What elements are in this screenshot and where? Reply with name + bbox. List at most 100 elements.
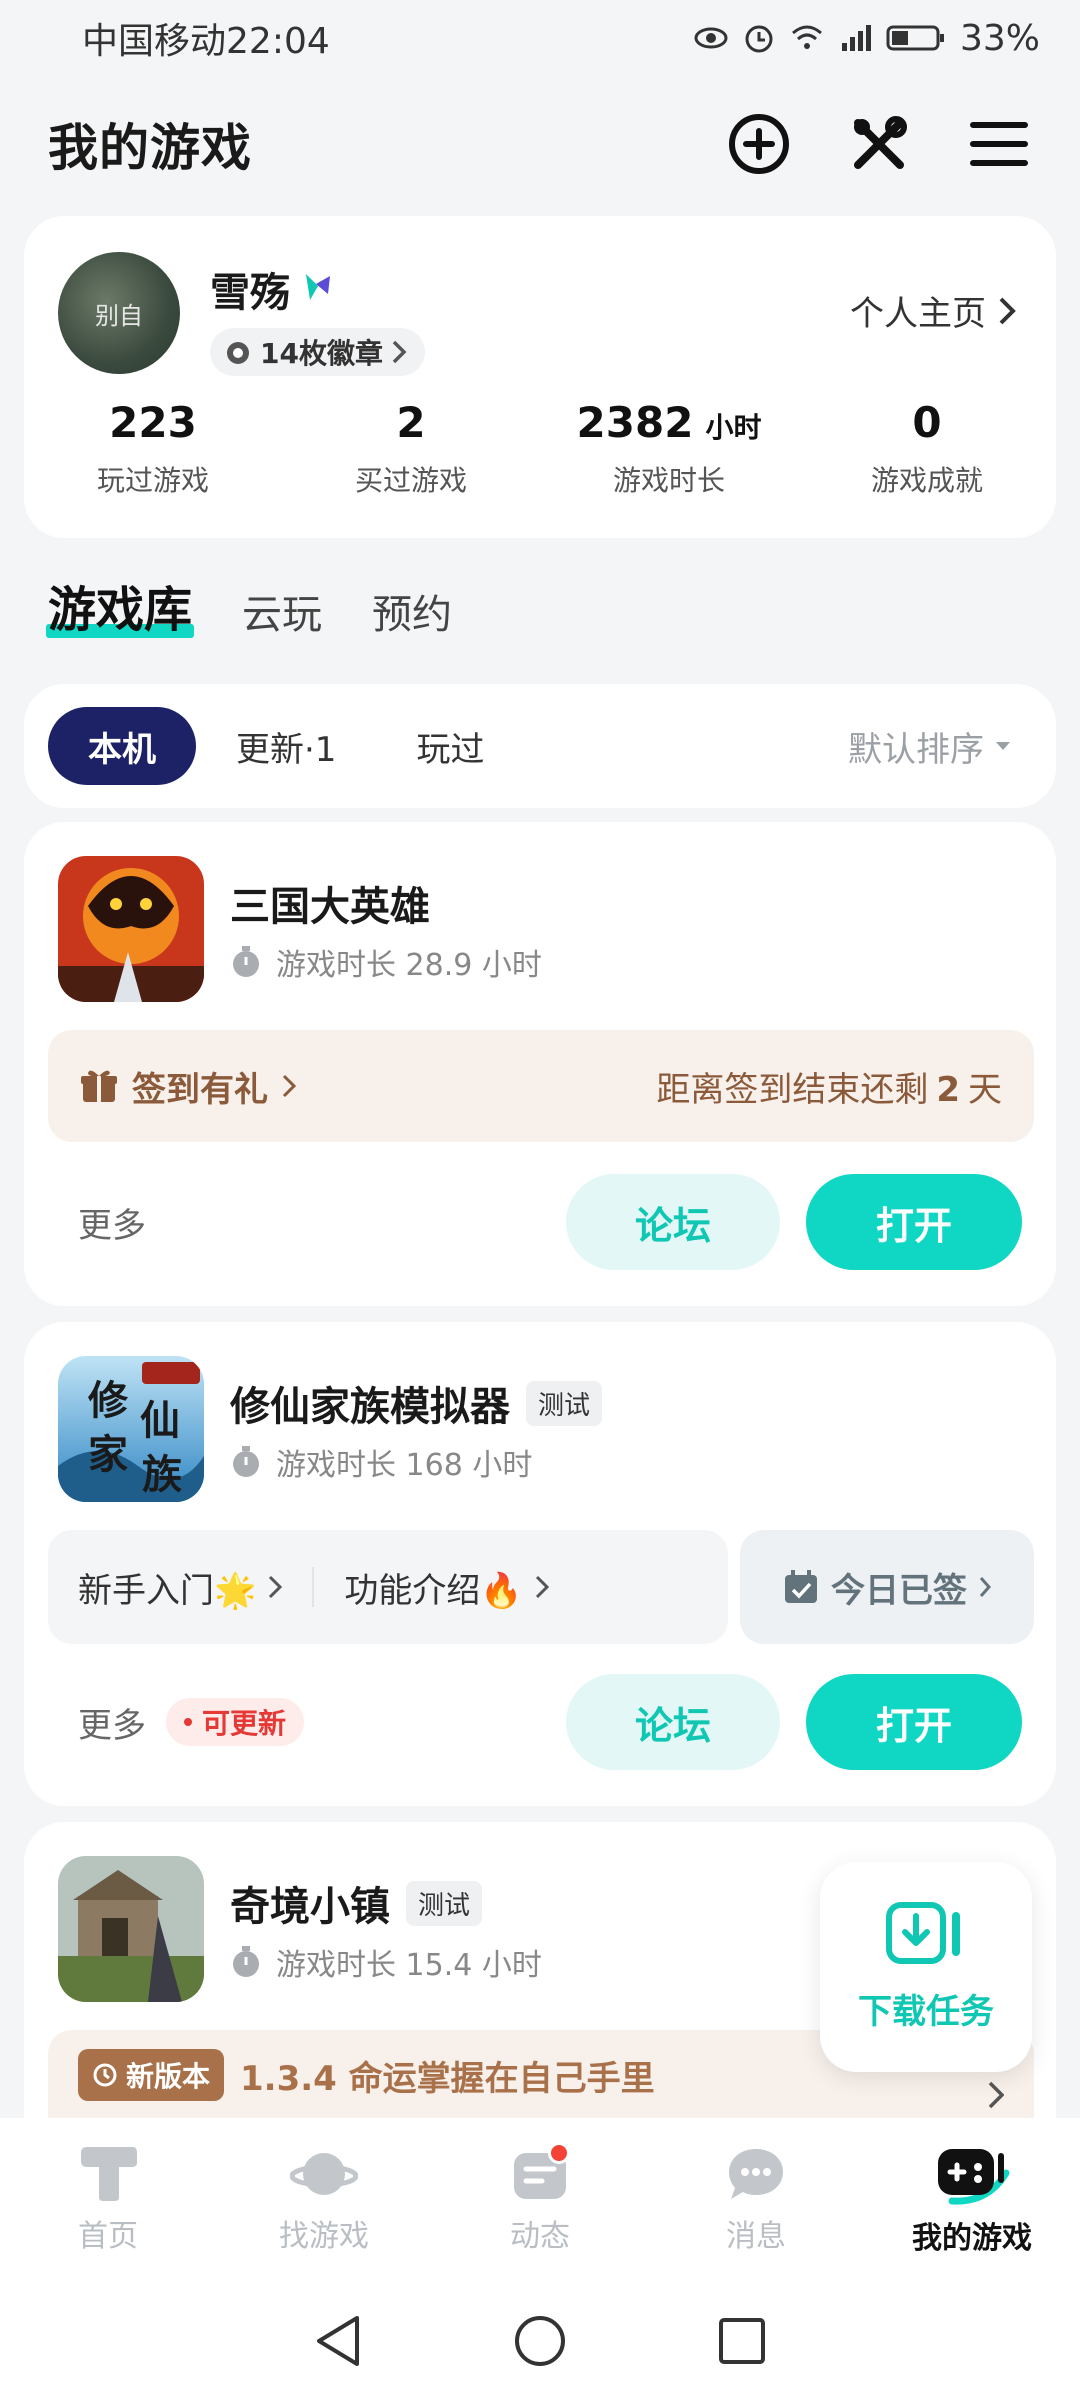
features-link[interactable]: 功能介绍🔥: [344, 1563, 522, 1612]
carrier-label: 中国移动: [82, 21, 227, 62]
alarm-icon: [745, 25, 773, 53]
tab-cloud[interactable]: 云玩: [242, 582, 322, 640]
avatar[interactable]: 别自: [58, 252, 180, 374]
signal-icon: [841, 25, 871, 51]
test-tag: 测试: [526, 1380, 603, 1426]
nav-messages[interactable]: 消息: [648, 2118, 864, 2282]
stat-label: 游戏成就: [870, 464, 983, 497]
nav-discover[interactable]: 找游戏: [216, 2118, 432, 2282]
stat-value: 223: [109, 398, 197, 447]
nav-home[interactable]: 首页: [0, 2118, 216, 2282]
calendar-check-icon: [785, 1570, 817, 1603]
playtime-text: 游戏时长 15.4 小时: [276, 1948, 542, 1983]
stat-value: 2382: [576, 398, 694, 447]
open-button[interactable]: 打开: [806, 1674, 1022, 1770]
homepage-link[interactable]: 个人主页: [850, 286, 1016, 335]
nav-my-games[interactable]: 我的游戏: [864, 2118, 1080, 2282]
game-card[interactable]: 三国大英雄 游戏时长 28.9 小时 签到有礼 距离签到结束还剩 2 天 更多 论坛…: [24, 822, 1056, 1306]
open-button[interactable]: 打开: [806, 1174, 1022, 1270]
update-badge[interactable]: 可更新: [166, 1698, 305, 1746]
battery-label: 33%: [959, 17, 1040, 59]
beginner-guide-link[interactable]: 新手入门🌟: [78, 1563, 256, 1612]
clock: 22:04: [226, 21, 330, 62]
add-game-button[interactable]: [726, 111, 792, 177]
planet-icon: [290, 2153, 358, 2195]
tab-reservations[interactable]: 预约: [372, 582, 452, 640]
more-button[interactable]: 更多: [78, 1198, 146, 1247]
app-bar: 我的游戏: [0, 96, 1080, 192]
checkin-button[interactable]: 今日已签: [740, 1530, 1034, 1644]
badges-button[interactable]: 14枚徽章: [210, 328, 425, 376]
playtime: 游戏时长 15.4 小时: [230, 1940, 542, 1984]
signin-text: 签到有礼: [132, 1069, 268, 1110]
update-dot: [184, 1718, 192, 1726]
stat-bought[interactable]: 2 买过游戏: [282, 398, 540, 499]
tools-button[interactable]: [846, 111, 912, 177]
update-label: 可更新: [202, 1707, 287, 1740]
stat-label: 玩过游戏: [96, 464, 209, 497]
tab-library[interactable]: 游戏库: [45, 570, 195, 640]
notification-dot: [548, 2142, 570, 2164]
svg-text:修: 修: [88, 1377, 129, 1424]
status-right: 33%: [694, 18, 1040, 59]
game-title-text: 修仙家族模拟器: [230, 1384, 510, 1430]
eye-icon: [694, 27, 728, 49]
battery-icon: [886, 25, 944, 51]
filter-chip-played[interactable]: 玩过: [376, 707, 524, 785]
stats-row: 223 玩过游戏 2 买过游戏 2382 小时 游戏时长 0 游戏成就: [24, 398, 1056, 499]
add-circle-icon: [729, 114, 789, 174]
bottom-nav: 首页 找游戏 动态 消息 我的游戏: [0, 2118, 1080, 2282]
game-title-text: 三国大英雄: [230, 884, 430, 930]
nav-label: 首页: [78, 2219, 138, 2254]
signin-countdown: 距离签到结束还剩 2 天: [656, 1062, 1002, 1111]
playtime-text: 游戏时长 28.9 小时: [276, 948, 542, 983]
recents-icon[interactable]: [717, 2316, 767, 2366]
countdown-prefix: 距离签到结束还剩: [656, 1069, 929, 1110]
username-label: 雪殇: [210, 270, 290, 316]
chevron-right-icon: [988, 2081, 1004, 2109]
stat-played[interactable]: 223 玩过游戏: [24, 398, 282, 499]
caret-down-icon: [996, 742, 1010, 750]
stopwatch-icon: [233, 1946, 259, 1977]
download-tasks-button[interactable]: 下载任务: [820, 1862, 1032, 2072]
nav-feed[interactable]: 动态: [432, 2118, 648, 2282]
forum-button[interactable]: 论坛: [566, 1674, 780, 1770]
refresh-icon: [93, 2063, 117, 2087]
countdown-days: 2: [936, 1069, 960, 1110]
stat-achievements[interactable]: 0 游戏成就: [798, 398, 1056, 499]
filter-chip-local[interactable]: 本机: [48, 707, 196, 785]
sort-label: 默认排序: [848, 729, 984, 770]
username[interactable]: 雪殇: [210, 260, 334, 318]
home-circle-icon[interactable]: [513, 2314, 567, 2368]
chevron-right-icon: [535, 1575, 549, 1599]
filter-chip-updates[interactable]: 更新·1: [196, 707, 376, 785]
nav-label: 找游戏: [279, 2219, 369, 2254]
more-button[interactable]: 更多: [78, 1698, 146, 1747]
stat-label: 游戏时长: [612, 464, 725, 497]
gamepad-icon: [938, 2149, 1010, 2205]
new-version-badge: 新版本: [78, 2049, 225, 2101]
stat-unit: 小时: [705, 411, 762, 444]
header-actions: [726, 111, 1032, 177]
back-icon[interactable]: [313, 2314, 363, 2368]
menu-button[interactable]: [966, 111, 1032, 177]
sort-dropdown[interactable]: 默认排序: [848, 722, 1032, 771]
stat-value: 0: [912, 398, 942, 447]
page-title: 我的游戏: [48, 119, 252, 177]
stopwatch-icon: [233, 1446, 259, 1477]
countdown-suffix: 天: [968, 1069, 1002, 1110]
main-tabs: 游戏库 云玩 预约: [45, 570, 452, 640]
signin-label: 签到有礼: [80, 1062, 296, 1111]
svg-text:家: 家: [88, 1431, 128, 1478]
stat-playtime[interactable]: 2382 小时 游戏时长: [540, 398, 798, 499]
signin-banner[interactable]: 签到有礼 距离签到结束还剩 2 天: [48, 1030, 1034, 1142]
game-icon: 修仙家族: [58, 1356, 204, 1502]
game-card[interactable]: 修仙家族 修仙家族模拟器 测试 游戏时长 168 小时 新手入门🌟 功能介绍🔥 …: [24, 1322, 1056, 1806]
status-left: 中国移动22:04: [82, 12, 330, 64]
forum-button[interactable]: 论坛: [566, 1174, 780, 1270]
card-footer: 更多 可更新 论坛 打开: [24, 1674, 1056, 1770]
stat-label: 买过游戏: [354, 464, 467, 497]
svg-text:族: 族: [142, 1451, 182, 1498]
playtime: 游戏时长 168 小时: [230, 1440, 532, 1484]
guide-box: 新手入门🌟 功能介绍🔥: [48, 1530, 728, 1644]
